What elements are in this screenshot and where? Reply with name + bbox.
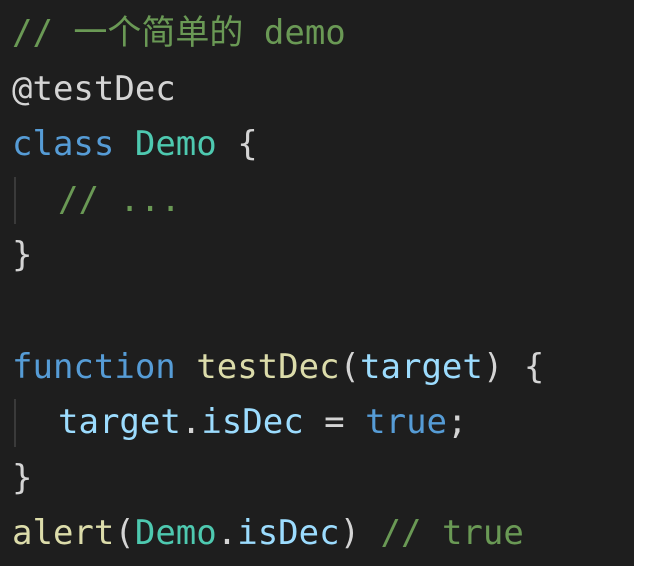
operator-token: =: [324, 402, 345, 443]
boolean-token: true: [365, 402, 448, 443]
code-line-5: }: [0, 228, 634, 284]
indent-guide: [14, 399, 16, 447]
close-paren-token: ): [482, 346, 504, 387]
code-line-9: }: [0, 451, 634, 507]
code-line-4: // ...: [0, 173, 634, 229]
code-line-1: // 一个简单的 demo: [0, 6, 634, 62]
code-line-7: function testDec(target) {: [0, 340, 634, 396]
object-token: target: [58, 402, 181, 443]
code-line-8: target.isDec = true;: [0, 395, 634, 451]
code-line-3: class Demo {: [0, 117, 634, 173]
class-name-token: Demo: [134, 124, 217, 165]
close-paren-token: ): [339, 513, 361, 554]
keyword-token: function: [12, 346, 176, 387]
property-token: isDec: [201, 402, 304, 443]
keyword-token: class: [12, 124, 115, 165]
function-name-token: testDec: [196, 346, 340, 387]
decorator-token: @testDec: [12, 68, 176, 109]
indent-guide: [14, 176, 16, 225]
property-token: isDec: [237, 513, 340, 554]
comment-token: // ...: [58, 179, 181, 220]
open-brace-token: {: [237, 124, 258, 165]
dot-token: .: [180, 402, 202, 443]
close-brace-token: }: [12, 235, 33, 276]
function-name-token: alert: [12, 513, 115, 554]
open-paren-token: (: [339, 346, 361, 387]
comment-token: // true: [380, 513, 524, 554]
open-brace-token: {: [523, 346, 545, 387]
code-editor[interactable]: // 一个简单的 demo @testDec class Demo { // .…: [0, 0, 634, 566]
param-token: target: [360, 346, 483, 387]
comment-token: // 一个简单的 demo: [12, 13, 346, 53]
semicolon-token: ;: [447, 402, 468, 443]
code-line-2: @testDec: [0, 62, 634, 118]
object-token: Demo: [134, 513, 217, 554]
code-line-10: alert(Demo.isDec) // true: [0, 506, 634, 562]
dot-token: .: [216, 513, 238, 554]
close-brace-token: }: [12, 457, 33, 498]
open-paren-token: (: [114, 513, 135, 554]
